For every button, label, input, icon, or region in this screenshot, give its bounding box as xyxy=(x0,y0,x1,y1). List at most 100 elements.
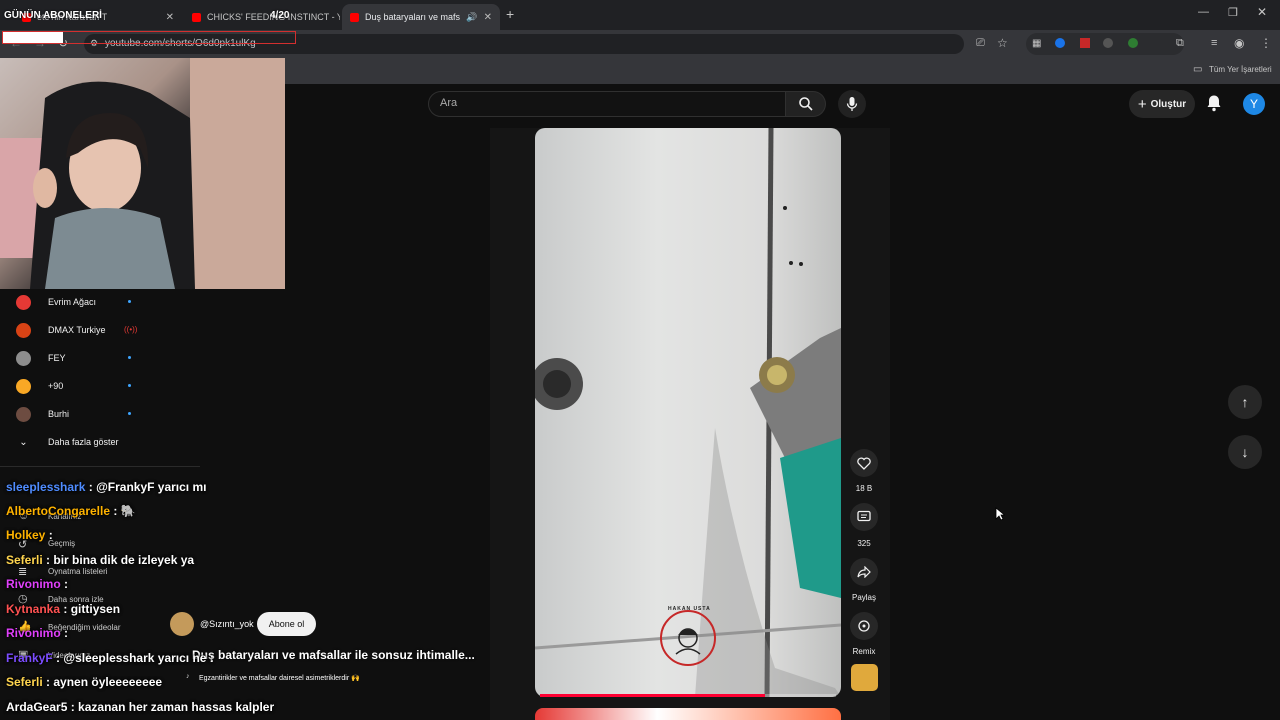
search-input[interactable]: Ara xyxy=(440,97,457,109)
account-avatar[interactable]: Y xyxy=(1243,93,1265,115)
sidebar-item-dmax-turkiye[interactable]: DMAX Turkiye ((•)) xyxy=(16,319,138,341)
comment-count: 325 xyxy=(857,539,871,548)
new-content-dot xyxy=(128,412,131,415)
browser-tab-3-active[interactable]: Duş bataryaları ve mafs 🔊 ✕ xyxy=(342,4,500,30)
overlay-goal-bar xyxy=(2,31,296,44)
extension-icon[interactable]: ▦ xyxy=(1032,38,1041,49)
close-tab-icon[interactable]: ✕ xyxy=(160,12,174,23)
extension-icon[interactable] xyxy=(1103,38,1113,48)
close-window-icon[interactable]: ✕ xyxy=(1257,5,1267,19)
sidebar-item-label: Evrim Ağacı xyxy=(48,297,97,307)
chat-message: AlbertoCongarelle : 🐘 xyxy=(6,504,136,518)
tab-title: Duş bataryaları ve mafs xyxy=(365,12,461,22)
chat-message: FrankyF : @sleeplesshark yarıcı ne : xyxy=(6,651,214,665)
maximize-icon[interactable]: ❐ xyxy=(1228,6,1238,19)
sidebar-item-fey[interactable]: FEY xyxy=(16,347,136,369)
browser-tab-bar: ete'nin Karavan T ✕ CHICKS' FEEDING INST… xyxy=(0,0,1280,30)
next-short-button[interactable]: ↓ xyxy=(1228,435,1262,469)
sidebar-item-label: +90 xyxy=(48,381,64,391)
sidebar-item-burhi[interactable]: Burhi xyxy=(16,403,136,425)
sidebar-item-label: FEY xyxy=(48,353,66,363)
youtube-favicon-icon xyxy=(192,12,201,22)
overlay-goal-fill xyxy=(3,32,63,43)
chat-username: Holkey xyxy=(6,528,46,542)
chat-message: Rivonimo : xyxy=(6,626,68,640)
chat-username: Rivonimo xyxy=(6,626,61,640)
sidebar-item-label: Burhi xyxy=(48,409,70,419)
channel-avatar xyxy=(16,378,31,394)
sidebar-divider xyxy=(0,466,200,467)
extension-icon[interactable] xyxy=(1128,38,1138,48)
cast-icon[interactable]: ⎚ xyxy=(976,37,985,50)
streamer-webcam xyxy=(0,58,285,289)
stream-chat-overlay: sleeplesshark : @FrankyF yarıcı mı Albert… xyxy=(0,478,500,720)
worker-logo-icon xyxy=(675,628,701,655)
channel-avatar xyxy=(16,406,31,422)
share-label: Paylaş xyxy=(851,593,876,602)
sidebar-item-evrim-agaci[interactable]: Evrim Ağacı xyxy=(16,291,136,313)
bookmark-star-icon[interactable]: ☆ xyxy=(997,36,1008,50)
chat-message: sleeplesshark : @FrankyF yarıcı mı xyxy=(6,480,206,494)
share-button[interactable] xyxy=(850,558,878,586)
sidebar-show-more[interactable]: ⌄ Daha fazla göster xyxy=(16,431,136,453)
channel-avatar xyxy=(16,294,31,310)
audio-playing-icon[interactable]: 🔊 xyxy=(466,12,477,23)
reading-list-icon[interactable]: ≡ xyxy=(1211,37,1217,49)
chat-username: sleeplesshark xyxy=(6,480,86,494)
channel-watermark-logo xyxy=(660,610,716,666)
voice-search-button[interactable] xyxy=(838,90,866,118)
chat-text: : kazanan her zaman hassas kalpler xyxy=(70,700,275,714)
channel-avatar xyxy=(16,322,31,338)
search-button[interactable] xyxy=(786,91,826,117)
video-progress-fill xyxy=(540,694,765,697)
microphone-icon xyxy=(846,97,858,111)
like-count: 18 B xyxy=(855,484,873,493)
chat-username: Seferli xyxy=(6,553,43,567)
chat-message: Kytnanka : gittiysen xyxy=(6,602,120,616)
chat-text: : xyxy=(64,577,69,591)
chat-username: Kytnanka xyxy=(6,602,61,616)
sound-thumbnail[interactable] xyxy=(851,664,878,691)
chevron-down-icon: ⌄ xyxy=(19,436,28,448)
remix-button[interactable] xyxy=(850,612,878,640)
show-more-label: Daha fazla göster xyxy=(48,437,119,447)
all-bookmarks-link[interactable]: Tüm Yer İşaretleri xyxy=(1209,65,1272,74)
channel-avatar xyxy=(16,350,31,366)
comment-icon xyxy=(857,510,871,522)
sidebar-item-plus90[interactable]: +90 xyxy=(16,375,136,397)
arrow-up-icon: ↑ xyxy=(1241,394,1249,410)
close-tab-icon[interactable]: ✕ xyxy=(478,12,492,23)
new-content-dot xyxy=(128,300,131,303)
chat-message: Rivonimo : xyxy=(6,577,68,591)
live-icon: ((•)) xyxy=(124,325,138,334)
video-progress-track[interactable] xyxy=(540,694,836,697)
puzzle-icon[interactable]: ⧉ xyxy=(1176,37,1184,50)
create-button[interactable]: + Oluştur xyxy=(1129,90,1195,118)
profile-icon[interactable]: ◉ xyxy=(1234,36,1244,50)
new-tab-icon[interactable]: + xyxy=(506,6,514,22)
new-content-dot xyxy=(128,356,131,359)
watermark-text: HAKAN USTA xyxy=(668,606,711,612)
chat-username: Seferli xyxy=(6,675,43,689)
remix-icon xyxy=(858,620,870,632)
youtube-favicon-icon xyxy=(350,12,359,22)
comments-button[interactable] xyxy=(850,503,878,531)
search-box[interactable] xyxy=(428,91,786,117)
extension-icon[interactable] xyxy=(1055,38,1065,48)
menu-dots-icon[interactable]: ⋮ xyxy=(1260,36,1272,50)
overlay-subscribers-title: GÜNÜN ABONELERİ xyxy=(4,10,102,21)
plus-icon: + xyxy=(1137,95,1147,113)
extension-icon[interactable] xyxy=(1080,38,1090,48)
chat-username: FrankyF xyxy=(6,651,53,665)
next-short-preview[interactable] xyxy=(535,708,841,720)
notifications-button[interactable] xyxy=(1206,94,1222,117)
new-content-dot xyxy=(128,384,131,387)
chat-username: AlbertoCongarelle xyxy=(6,504,111,518)
chat-text: : xyxy=(64,626,69,640)
minimize-icon[interactable]: — xyxy=(1198,6,1209,18)
chat-message: Holkey : xyxy=(6,528,53,542)
like-button[interactable] xyxy=(850,449,878,477)
browser-tab-2[interactable]: CHICKS' FEEDING INSTINCT - Y ✕ xyxy=(184,4,340,30)
chat-text: : 🐘 xyxy=(113,504,136,518)
previous-short-button[interactable]: ↑ xyxy=(1228,385,1262,419)
